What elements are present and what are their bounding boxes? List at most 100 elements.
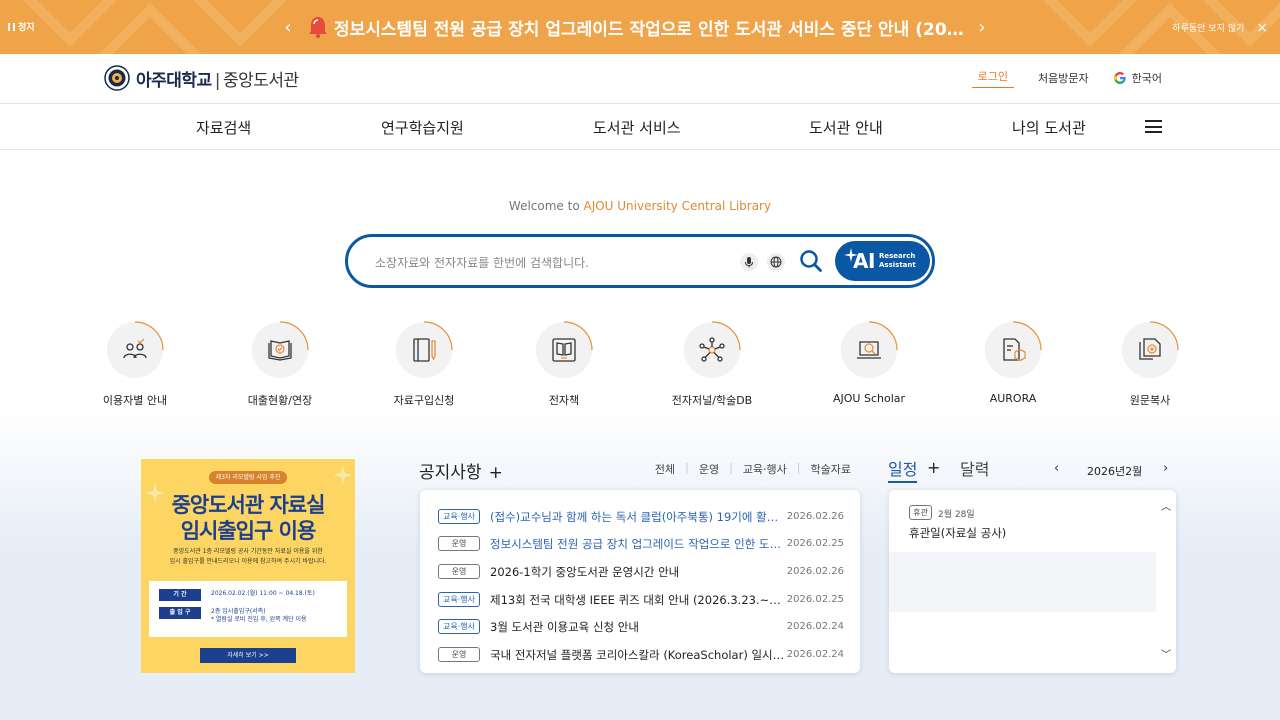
quick-link-ebook[interactable]: 전자책	[504, 321, 624, 408]
notice-title: 공지사항	[419, 463, 482, 483]
ai-sub-label-1: Research	[879, 252, 916, 260]
ai-sub-label: Research Assistant	[879, 252, 916, 270]
logo[interactable]: 아주대학교 | 중앙도서관	[104, 65, 299, 91]
search-box: 소장자료와 전자자료를 한번에 검색합니다. AI Research Assist…	[345, 234, 935, 288]
notice-title-link[interactable]: 정보시스템팀 전원 공급 장치 업그레이드 작업으로 인한 도서관 서비스 중단…	[490, 536, 786, 552]
search-icon[interactable]	[799, 249, 823, 273]
nav-item-my-library[interactable]: 나의 도서관	[1012, 117, 1086, 138]
laptop-search-icon	[857, 341, 881, 359]
logo-text: 아주대학교 | 중앙도서관	[136, 66, 299, 91]
chevron-right-icon[interactable]: ›	[1163, 461, 1168, 476]
quick-link-circle	[985, 321, 1042, 378]
notice-tab-academic[interactable]: 학술자료	[811, 461, 851, 477]
book-pen-icon	[413, 338, 436, 362]
users-icon	[123, 338, 147, 359]
notice-row[interactable]: 운영 2026-1학기 중앙도서관 운영시간 안내 2026.02.26	[438, 562, 844, 582]
network-icon	[699, 337, 725, 362]
close-icon[interactable]: ×	[1256, 21, 1268, 35]
quick-link-aurora[interactable]: AURORA	[953, 321, 1073, 405]
quick-link-user-guide[interactable]: 이용자별 안내	[75, 321, 195, 408]
schedule-date: 2월 28일	[938, 510, 975, 520]
login-link[interactable]: 로그인	[971, 68, 1015, 88]
poster-desc-line2: 임시 출입구를 안내드리오니 이용에 참고하여 주시기 바랍니다.	[169, 558, 327, 565]
notice-tab-operation[interactable]: 운영	[699, 461, 719, 477]
nav-item-research[interactable]: 연구학습지원	[381, 117, 464, 138]
welcome-prefix: Welcome to	[508, 199, 584, 213]
schedule-item[interactable]: 휴관일(자료실 공사)	[909, 525, 1006, 541]
banner-pause-label: 정지	[18, 23, 35, 33]
search-input[interactable]: 소장자료와 전자자료를 한번에 검색합니다.	[375, 254, 589, 271]
poster-more-button[interactable]: 자세히 보기 >>	[200, 648, 296, 663]
notice-title-link[interactable]: 제13회 전국 대학생 IEEE 퀴즈 대회 안내 (2026.3.23.~4.…	[490, 592, 786, 608]
ai-research-assistant-button[interactable]: AI Research Assistant	[835, 241, 930, 281]
poster-entrance-line1: 2층 임시출입구(서측)	[211, 608, 266, 615]
chevron-down-icon[interactable]: ﹀	[1161, 646, 1171, 661]
quick-link-circle	[107, 321, 164, 378]
poster-row-period: 기 간 2026.02.02.(월) 11:00 ~ 04.18.(토)	[159, 587, 337, 603]
schedule-more-button[interactable]: +	[927, 458, 940, 477]
first-visitor-link[interactable]: 처음방문자	[1038, 70, 1089, 86]
notice-row[interactable]: 교육·행사 3월 도서관 이용교육 신청 안내 2026.02.24	[438, 617, 844, 637]
quick-link-circle	[252, 321, 309, 378]
globe-icon[interactable]	[767, 253, 785, 271]
notice-title-link[interactable]: 3월 도서관 이용교육 신청 안내	[490, 619, 786, 635]
poster-row-entrance: 출 입 구 2층 임시출입구(서측) * 열람실 로비 진입 후, 왼쪽 계단 이…	[159, 605, 337, 623]
poster-desc-line1: 중앙도서관 1층 리모델링 공사 기간동안 자료실 이용을 위한	[173, 548, 323, 555]
nav-item-about[interactable]: 도서관 안내	[809, 117, 883, 138]
notice-more-button[interactable]: +	[489, 463, 503, 483]
notice-title-link[interactable]: (접수)교수님과 함께 하는 독서 클럽(아주북통) 19기에 활동할 학생을 …	[490, 509, 786, 525]
tab-schedule[interactable]: 일정	[888, 456, 918, 483]
category-badge: 운영	[438, 564, 480, 579]
poster-entrance-key: 출 입 구	[159, 607, 201, 619]
nav-item-search[interactable]: 자료검색	[196, 117, 251, 138]
promo-poster[interactable]: 제3차 리모델링 사업 추진 중앙도서관 자료실 임시출입구 이용 중앙도서관 …	[141, 459, 355, 673]
notice-title-link[interactable]: 국내 전자저널 플랫폼 코리아스칼라 (KoreaScholar) 일시적 서비…	[490, 647, 786, 663]
tab-divider: |	[729, 461, 733, 474]
book-check-icon	[268, 340, 292, 361]
quick-link-label: 자료구입신청	[393, 394, 455, 407]
language-selector[interactable]: 한국어	[1113, 70, 1162, 86]
chevron-left-icon[interactable]: ‹	[1054, 461, 1059, 476]
main-nav: 자료검색 연구학습지원 도서관 서비스 도서관 안내 나의 도서관	[0, 104, 1280, 150]
banner-prev-icon[interactable]: ‹	[280, 17, 296, 38]
hide-today-button[interactable]: 하루동안 보지 않기	[1172, 21, 1244, 34]
document-box-icon	[1003, 338, 1026, 362]
notice-row[interactable]: 교육·행사 제13회 전국 대학생 IEEE 퀴즈 대회 안내 (2026.3.…	[438, 590, 844, 610]
category-badge: 교육·행사	[438, 509, 480, 524]
tab-calendar[interactable]: 달력	[960, 456, 989, 480]
quick-link-ejournal-db[interactable]: 전자저널/학술DB	[652, 321, 772, 408]
pause-icon	[8, 22, 15, 31]
banner-notice-text[interactable]: 정보시스템팀 전원 공급 장치 업그레이드 작업으로 인한 도서관 서비스 중단…	[334, 15, 974, 40]
hamburger-menu-icon[interactable]	[1145, 120, 1162, 133]
quick-link-loan-status[interactable]: 대출현황/연장	[220, 321, 340, 408]
notice-row[interactable]: 교육·행사 (접수)교수님과 함께 하는 독서 클럽(아주북통) 19기에 활동…	[438, 507, 844, 527]
welcome-accent: AJOU University Central Library	[583, 199, 772, 213]
category-badge: 운영	[438, 536, 480, 551]
closed-badge: 휴관	[909, 505, 932, 520]
chevron-up-icon[interactable]: ︿	[1161, 498, 1171, 513]
quick-link-label: 전자책	[548, 394, 580, 407]
microphone-icon[interactable]	[740, 253, 758, 271]
quick-link-label: AURORA	[989, 392, 1037, 405]
quick-link-ajou-scholar[interactable]: AJOU Scholar	[809, 321, 929, 405]
current-month: 2026년2월	[1087, 465, 1143, 478]
notice-row[interactable]: 운영 정보시스템팀 전원 공급 장치 업그레이드 작업으로 인한 도서관 서비스…	[438, 534, 844, 554]
welcome-text: Welcome to AJOU University Central Libra…	[0, 199, 1280, 213]
schedule-scrollbar[interactable]: ︿ ﹀	[1156, 490, 1176, 673]
poster-tag: 제3차 리모델링 사업 추진	[209, 471, 287, 484]
notice-tab-education[interactable]: 교육·행사	[743, 461, 787, 477]
quick-link-purchase-request[interactable]: 자료구입신청	[364, 321, 484, 408]
notice-tab-all[interactable]: 전체	[655, 461, 675, 477]
header-utility: 로그인 처음방문자 한국어	[971, 68, 1162, 88]
copy-plus-icon	[1139, 338, 1161, 360]
nav-item-services[interactable]: 도서관 서비스	[593, 117, 681, 138]
bell-icon	[309, 17, 327, 39]
banner-pause-button[interactable]: 정지	[8, 20, 35, 33]
star-decoration-icon	[333, 465, 353, 485]
notice-title-link[interactable]: 2026-1학기 중앙도서관 운영시간 안내	[490, 564, 786, 580]
quick-link-copy-service[interactable]: 원문복사	[1090, 321, 1210, 408]
notice-row[interactable]: 운영 국내 전자저널 플랫폼 코리아스칼라 (KoreaScholar) 일시적…	[438, 645, 844, 665]
notice-date: 2026.02.26	[786, 511, 844, 522]
google-icon	[1113, 72, 1126, 84]
banner-next-icon[interactable]: ›	[974, 17, 990, 38]
